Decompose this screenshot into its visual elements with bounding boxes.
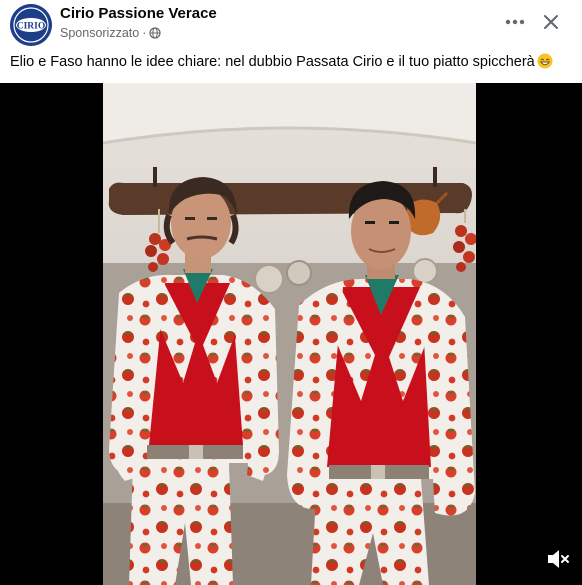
logo-lettering: CIRIO xyxy=(17,22,46,32)
grinning-face-emoji-icon xyxy=(537,53,553,69)
volume-muted-icon xyxy=(548,550,569,568)
close-icon xyxy=(544,15,558,29)
caption-text: Elio e Faso hanno le idee chiare: nel du… xyxy=(10,54,535,70)
page-name-link[interactable]: Cirio Passione Verace xyxy=(60,5,217,22)
sponsored-post: CIRIO Cirio Passione Verace Sponsorizzat… xyxy=(0,0,582,585)
globe-icon xyxy=(149,27,161,39)
post-caption: Elio e Faso hanno le idee chiare: nel du… xyxy=(10,53,553,70)
post-meta: Sponsorizzato · xyxy=(60,26,161,40)
close-post-button[interactable] xyxy=(536,8,566,36)
cirio-logo-icon: CIRIO xyxy=(10,4,52,46)
more-horizontal-icon xyxy=(505,19,525,25)
more-options-button[interactable] xyxy=(500,8,530,36)
meta-separator: · xyxy=(142,26,147,40)
video-player[interactable] xyxy=(0,83,582,585)
page-avatar[interactable]: CIRIO xyxy=(10,4,52,46)
video-frame xyxy=(103,83,476,585)
sponsored-label[interactable]: Sponsorizzato xyxy=(60,26,139,40)
video-still-image xyxy=(103,83,476,585)
volume-toggle-button[interactable] xyxy=(546,548,570,570)
